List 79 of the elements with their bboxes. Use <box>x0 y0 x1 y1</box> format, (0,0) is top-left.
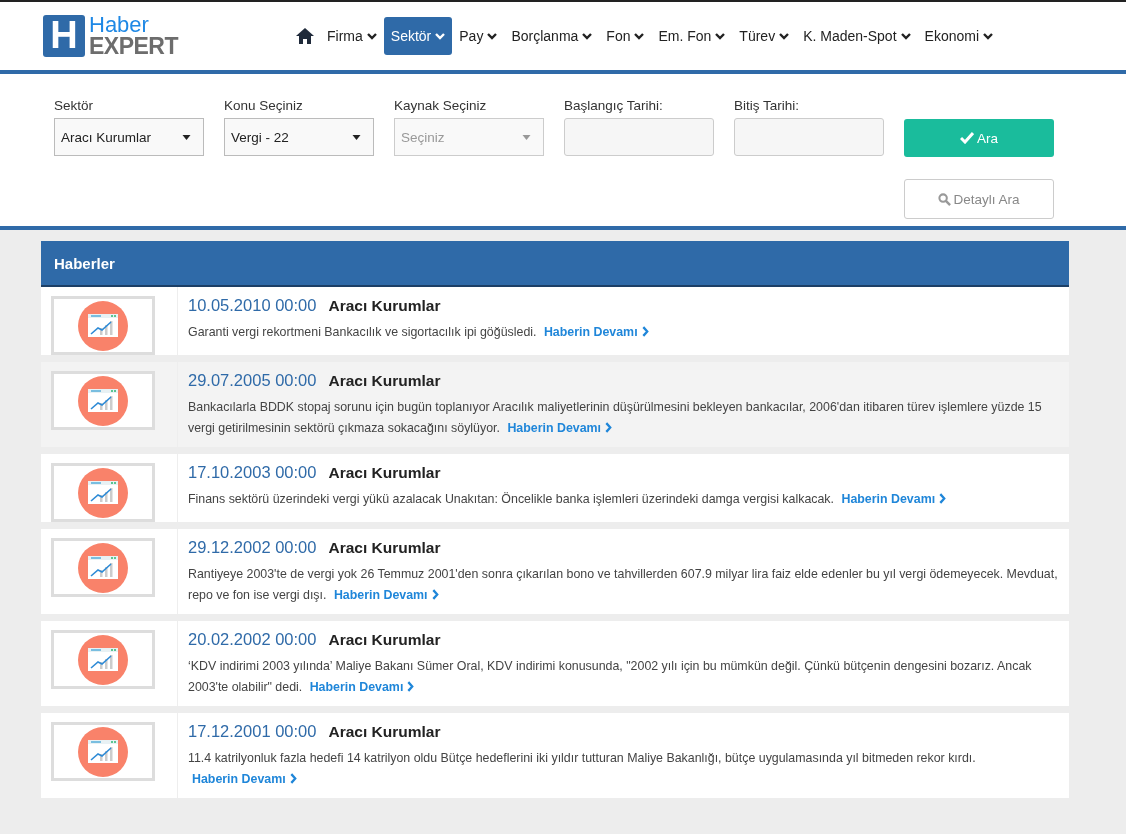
news-summary: Bankacılarla BDDK stopaj sorunu için bugün toplanıyor Aracılık maliyetlerinin düşürülmesini bekleyen bankacılar, 2006'dan itibaren türev işlemlere yüzde 15 vergi getirilmesinin sektörü çıkmaza sokacağını söylüyor. Haberin Devamı <box>188 399 1043 437</box>
nav-menu-item[interactable]: Firma <box>320 17 384 55</box>
news-sector: Aracı Kurumlar <box>328 723 441 741</box>
nav-menu-item[interactable]: Fon <box>599 17 652 55</box>
chevron-down-icon <box>582 32 593 40</box>
chevron-right-icon <box>605 422 613 433</box>
news-sector: Aracı Kurumlar <box>328 297 441 315</box>
nav-menu-item[interactable]: Borçlanma <box>504 17 600 55</box>
chevron-down-icon <box>435 32 446 40</box>
browser-chart-icon <box>78 467 128 518</box>
browser-chart-icon <box>78 542 128 593</box>
news-date: 17.10.2003 00:00 <box>188 463 317 482</box>
chevron-down-icon <box>634 32 645 40</box>
browser-chart-icon <box>78 726 128 777</box>
browser-chart-icon <box>78 375 128 426</box>
chevron-down-icon <box>715 32 726 40</box>
chevron-down-icon <box>983 32 993 40</box>
field-label: Başlangıç Tarihi: <box>564 98 664 113</box>
logo-mark[interactable]: H <box>43 15 85 57</box>
news-sector: Aracı Kurumlar <box>328 372 441 390</box>
nav-menu-item[interactable]: Ekonomi <box>917 17 1000 55</box>
chevron-right-icon <box>431 589 439 600</box>
news-date: 20.02.2002 00:00 <box>188 630 317 649</box>
nav-menu-item[interactable]: K. Maden-Spot <box>796 17 918 55</box>
news-row[interactable]: 17.10.2003 00:00 Aracı Kurumlar Finans sektörü üzerindeki vergi yükü azalacak Unakıtan: Öncelikle banka işlemleri üzerindeki damga vergisi kalkacak. Haberin Devamı <box>41 454 1069 522</box>
home-icon[interactable] <box>296 28 315 44</box>
panel-title: Haberler <box>54 254 115 272</box>
news-row[interactable] <box>41 362 1069 447</box>
news-summary: ‘KDV indirimi 2003 yılında’ Maliye Bakanı Sümer Oral, KDV indirimi konusunda, "2002 yılı için bu mümkün değil. Çünkü bütçenin dengesini bozarız. Ancak 2003'te olabilir" dedi. Haberin Devamı <box>188 658 1033 696</box>
check-icon <box>960 132 974 144</box>
search-icon <box>938 192 952 206</box>
caret-down-icon <box>522 134 531 140</box>
read-more-link[interactable]: Haberin Devamı <box>543 325 649 339</box>
news-row[interactable]: 10.05.2010 00:00 Aracı Kurumlar Garanti vergi rekortmeni Bankacılık ve sigortacılık ipi göğüsledi. Haberin Devamı <box>41 287 1069 355</box>
field-label: Konu Seçiniz <box>224 98 304 113</box>
browser-chart-icon <box>78 634 128 685</box>
read-more-link[interactable]: Haberin Devamı <box>309 680 415 694</box>
nav-menu-item[interactable]: Em. Fon <box>651 17 733 55</box>
news-sector: Aracı Kurumlar <box>328 631 441 649</box>
news-sector: Aracı Kurumlar <box>328 539 441 557</box>
logo-text[interactable]: EXPERT <box>89 35 179 58</box>
logo-text[interactable]: Haber <box>89 14 179 36</box>
dropdown-field[interactable]: Vergi - 22 <box>224 118 374 156</box>
news-summary: 11.4 katrilyonluk fazla hedefi 14 katrilyon oldu Bütçe hedeflerini iki yıldır tutturan Maliye Bakanlığı, bütçe uygulamasında yıl bitmeden rekor kırdı. Haberin Devamı <box>188 750 977 788</box>
chevron-down-icon <box>366 32 377 40</box>
chevron-down-icon <box>487 32 498 40</box>
read-more-link[interactable]: Haberin Devamı <box>841 492 947 506</box>
news-summary: Garanti vergi rekortmeni Bankacılık ve sigortacılık ipi göğüsledi. Haberin Devamı <box>188 322 1059 343</box>
news-sector: Aracı Kurumlar <box>328 464 441 482</box>
chevron-right-icon <box>641 326 649 337</box>
date-field[interactable] <box>734 118 884 156</box>
read-more-link[interactable]: Haberin Devamı <box>333 588 439 602</box>
detailed-search-button[interactable]: Detaylı Ara <box>904 179 1054 219</box>
news-date: 29.07.2005 00:00 <box>188 371 317 390</box>
news-row[interactable] <box>41 529 1069 614</box>
nav-menu-item[interactable]: Sektör <box>383 17 453 55</box>
dropdown-field[interactable]: Aracı Kurumlar <box>54 118 204 156</box>
news-row[interactable] <box>41 621 1069 706</box>
field-label: Bitiş Tarihi: <box>734 98 801 113</box>
date-field[interactable] <box>564 118 714 156</box>
field-label: Kaynak Seçiniz <box>394 98 488 113</box>
field-label: Sektör <box>54 98 95 113</box>
nav-menu-item[interactable]: Pay <box>452 17 505 55</box>
chevron-right-icon <box>407 681 415 692</box>
chevron-right-icon <box>289 773 297 784</box>
chevron-right-icon <box>939 493 947 504</box>
chevron-down-icon <box>779 32 790 40</box>
news-summary: Rantiyeye 2003'te de vergi yok 26 Temmuz 2001'den sonra çıkarılan bono ve tahvillerden 607.9 milyar lira faiz elde edenler bu yıl vergi ödemeyecek. Mevduat, repo ve fon ise vergi dışı. Haberin Devamı <box>188 566 1059 604</box>
news-row[interactable]: 17.12.2001 00:00 Aracı Kurumlar 11.4 katrilyonluk fazla hedefi 14 katrilyon oldu Bütçe hedeflerini iki yıldır tutturan Maliye Bakanlığı, bütçe uygulamasında yıl bitmeden rekor kırdı. Haberin Devamı <box>41 713 1069 798</box>
caret-down-icon <box>182 134 191 140</box>
chevron-down-icon <box>900 32 911 40</box>
news-date: 10.05.2010 00:00 <box>188 296 317 315</box>
read-more-link[interactable]: Haberin Devamı <box>192 772 297 786</box>
nav-menu-item[interactable]: Türev <box>732 17 797 55</box>
news-date: 17.12.2001 00:00 <box>188 722 317 741</box>
news-date: 29.12.2002 00:00 <box>188 538 317 557</box>
browser-chart-icon <box>78 300 128 351</box>
news-summary: Finans sektörü üzerindeki vergi yükü azalacak Unakıtan: Öncelikle banka işlemleri üzerindeki damga vergisi kalkacak. Haberin Devamı <box>188 489 1059 510</box>
caret-down-icon <box>352 134 361 140</box>
